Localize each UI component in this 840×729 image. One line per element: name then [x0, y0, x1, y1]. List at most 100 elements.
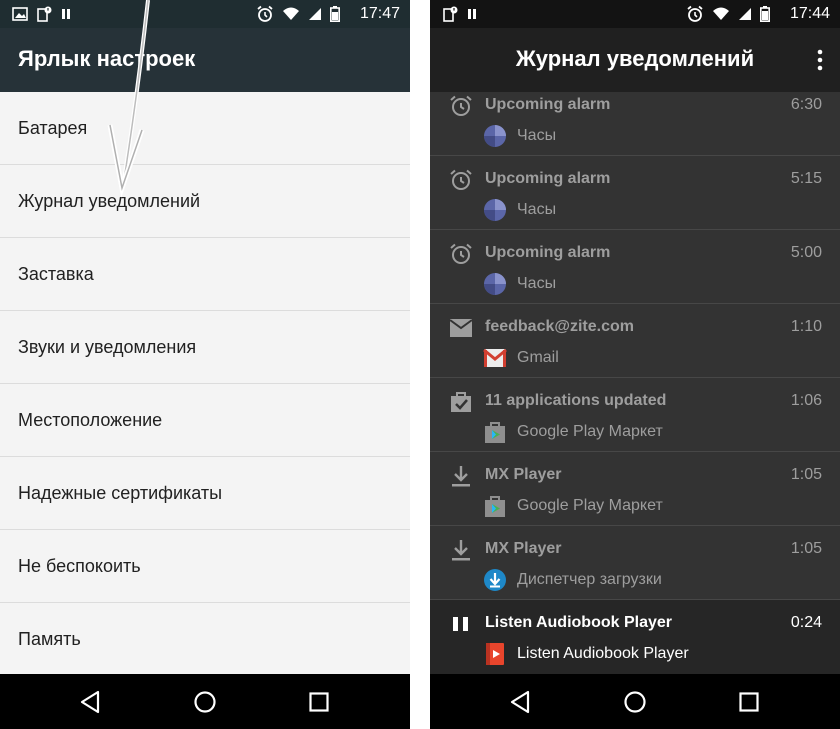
play-store-app-icon	[485, 496, 505, 517]
pointer-arrow-icon	[107, 0, 150, 198]
app-name: Часы	[517, 201, 557, 218]
sim-alert-icon	[37, 6, 52, 22]
navigation-bar	[430, 674, 840, 729]
status-right-icons	[686, 5, 770, 22]
notification-title: Upcoming alarm	[485, 170, 611, 187]
notification-title: Listen Audiobook Player	[485, 614, 672, 631]
sim-alert-icon	[443, 6, 458, 22]
recent-apps-icon[interactable]	[736, 689, 762, 715]
settings-item-label: Память	[18, 629, 81, 649]
settings-shortcut-screen: 17:47 Ярлык настроек Батарея Журнал увед…	[0, 0, 410, 729]
signal-icon	[309, 8, 321, 20]
settings-item-do-not-disturb[interactable]: Не беспокоить	[0, 530, 410, 603]
list-item[interactable]: MX Player 1:05 Google Play Маркет	[430, 452, 840, 526]
status-bar: 17:44	[430, 0, 840, 28]
app-name: Google Play Маркет	[517, 423, 663, 440]
settings-item-daydream[interactable]: Заставка	[0, 238, 410, 311]
app-name: Диспетчер загрузки	[517, 571, 662, 588]
notification-time: 6:30	[790, 96, 822, 113]
notification-time: 5:00	[790, 244, 822, 261]
settings-item-label: Не беспокоить	[18, 555, 141, 576]
page-title: Журнал уведомлений	[515, 46, 755, 71]
audiobook-app-icon	[486, 643, 504, 665]
app-bar: Ярлык настроек	[0, 28, 410, 92]
download-manager-app-icon	[484, 569, 506, 591]
notification-title: 11 applications updated	[485, 392, 667, 409]
navigation-bar	[0, 674, 410, 729]
list-item[interactable]: MX Player 1:05 Диспетчер загрузки	[430, 526, 840, 600]
list-item[interactable]: Upcoming alarm 5:15 Часы	[430, 156, 840, 230]
status-time: 17:44	[789, 5, 830, 22]
signal-icon	[739, 8, 751, 20]
notification-log-list: Upcoming alarm 6:30 Часы Upcoming alarm …	[430, 92, 840, 674]
notification-log-screen: 17:44 Журнал уведомлений Upcoming alarm …	[430, 0, 840, 729]
settings-item-battery[interactable]: Батарея	[0, 92, 410, 165]
alarm-icon	[450, 243, 472, 264]
notification-title: feedback@zite.com	[485, 318, 634, 335]
image-notification-icon	[12, 7, 28, 21]
home-icon[interactable]	[192, 689, 218, 715]
notification-title: MX Player	[485, 466, 562, 483]
status-time: 17:47	[359, 5, 400, 22]
wifi-icon	[713, 7, 729, 20]
recent-apps-icon[interactable]	[306, 689, 332, 715]
settings-item-label: Местоположение	[18, 409, 163, 430]
list-item[interactable]: Upcoming alarm 6:30 Часы	[430, 92, 840, 156]
pause-status-icon	[468, 9, 476, 19]
notification-title: Upcoming alarm	[485, 96, 611, 113]
alarm-status-icon	[257, 5, 273, 22]
pause-icon	[453, 617, 468, 631]
settings-item-trusted-credentials[interactable]: Надежные сертификаты	[0, 457, 410, 530]
back-icon[interactable]	[508, 689, 534, 715]
notification-time: 1:05	[790, 540, 822, 557]
notification-time: 5:15	[790, 170, 822, 187]
settings-item-label: Батарея	[18, 117, 88, 138]
settings-item-sound-notifications[interactable]: Звуки и уведомления	[0, 311, 410, 384]
app-name: Gmail	[517, 349, 559, 366]
download-icon	[452, 466, 470, 487]
clock-app-icon	[484, 125, 506, 147]
settings-item-notification-log[interactable]: Журнал уведомлений	[0, 165, 410, 238]
app-name: Google Play Маркет	[517, 497, 663, 514]
wifi-icon	[283, 7, 299, 20]
mail-icon	[449, 319, 473, 337]
settings-item-label: Заставка	[18, 263, 94, 284]
pause-status-icon	[62, 9, 70, 19]
notification-title: MX Player	[485, 540, 562, 557]
notification-time: 0:24	[790, 614, 822, 631]
notification-title: Upcoming alarm	[485, 244, 611, 261]
download-icon	[452, 540, 470, 561]
list-item[interactable]: feedback@zite.com 1:10 Gmail	[430, 304, 840, 378]
gmail-app-icon	[483, 348, 507, 367]
app-bar: Журнал уведомлений	[430, 28, 840, 92]
battery-icon	[760, 6, 770, 22]
list-item[interactable]: 11 applications updated 1:06 Google Play…	[430, 378, 840, 452]
overflow-menu-icon[interactable]	[816, 48, 824, 72]
notification-time: 1:06	[790, 392, 822, 409]
status-bar: 17:47	[0, 0, 410, 28]
update-icon	[451, 392, 471, 412]
battery-icon	[330, 6, 340, 22]
home-icon[interactable]	[622, 689, 648, 715]
clock-app-icon	[484, 273, 506, 295]
back-icon[interactable]	[78, 689, 104, 715]
app-name: Часы	[517, 275, 557, 292]
alarm-icon	[450, 95, 472, 116]
notification-time: 1:05	[790, 466, 822, 483]
app-name: Listen Audiobook Player	[517, 645, 689, 662]
list-item[interactable]: Upcoming alarm 5:00 Часы	[430, 230, 840, 304]
alarm-status-icon	[687, 5, 703, 22]
settings-item-label: Звуки и уведомления	[18, 336, 197, 357]
list-item[interactable]: Listen Audiobook Player 0:24 Listen Audi…	[430, 600, 840, 674]
alarm-icon	[450, 169, 472, 190]
app-name: Часы	[517, 127, 557, 144]
status-right-icons	[256, 5, 340, 22]
settings-item-location[interactable]: Местоположение	[0, 384, 410, 457]
settings-item-label: Надежные сертификаты	[18, 482, 223, 503]
notification-time: 1:10	[790, 318, 822, 335]
settings-item-storage[interactable]: Память	[0, 603, 410, 676]
settings-list: Батарея Журнал уведомлений Заставка Звук…	[0, 92, 410, 676]
status-left-icons	[442, 6, 478, 22]
clock-app-icon	[484, 199, 506, 221]
play-store-app-icon	[485, 422, 505, 443]
